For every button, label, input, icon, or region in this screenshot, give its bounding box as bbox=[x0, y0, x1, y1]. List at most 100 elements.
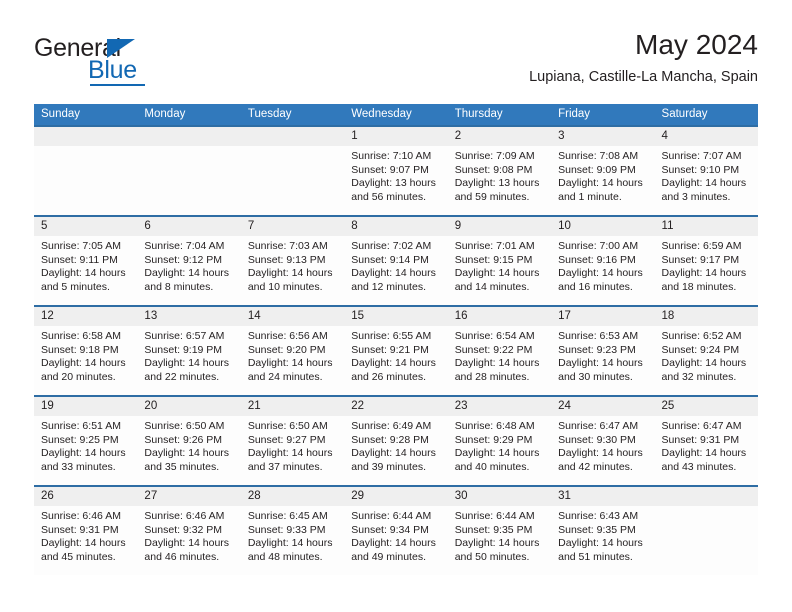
day-number[interactable]: 30 bbox=[448, 487, 551, 506]
day-cell[interactable]: Sunrise: 6:44 AM Sunset: 9:34 PM Dayligh… bbox=[344, 506, 447, 575]
day-number[interactable]: 23 bbox=[448, 397, 551, 416]
day-number[interactable]: 27 bbox=[137, 487, 240, 506]
day-cell[interactable] bbox=[241, 146, 344, 215]
day-cell[interactable]: Sunrise: 7:02 AM Sunset: 9:14 PM Dayligh… bbox=[344, 236, 447, 305]
day-number[interactable]: 29 bbox=[344, 487, 447, 506]
day-number[interactable]: 21 bbox=[241, 397, 344, 416]
day-number[interactable]: 22 bbox=[344, 397, 447, 416]
day-number[interactable]: 10 bbox=[551, 217, 654, 236]
day-number[interactable]: 20 bbox=[137, 397, 240, 416]
sunset-text: Sunset: 9:32 PM bbox=[144, 523, 223, 536]
day-cell[interactable]: Sunrise: 6:47 AM Sunset: 9:30 PM Dayligh… bbox=[551, 416, 654, 485]
sunset-text: Sunset: 9:35 PM bbox=[454, 523, 533, 536]
day-cell[interactable]: Sunrise: 6:57 AM Sunset: 9:19 PM Dayligh… bbox=[137, 326, 240, 395]
sunset-text: Sunset: 9:15 PM bbox=[454, 253, 533, 266]
day-number[interactable]: 11 bbox=[655, 217, 758, 236]
day-number[interactable] bbox=[137, 127, 240, 146]
day-number[interactable]: 14 bbox=[241, 307, 344, 326]
day-cell[interactable]: Sunrise: 7:01 AM Sunset: 9:15 PM Dayligh… bbox=[448, 236, 551, 305]
sunset-text: Sunset: 9:13 PM bbox=[247, 253, 326, 266]
day-cell[interactable]: Sunrise: 6:46 AM Sunset: 9:31 PM Dayligh… bbox=[34, 506, 137, 575]
day-cell[interactable]: Sunrise: 6:53 AM Sunset: 9:23 PM Dayligh… bbox=[551, 326, 654, 395]
week-detail-band: Sunrise: 6:46 AM Sunset: 9:31 PM Dayligh… bbox=[34, 506, 758, 575]
day-number[interactable]: 31 bbox=[551, 487, 654, 506]
day-cell[interactable]: Sunrise: 6:50 AM Sunset: 9:27 PM Dayligh… bbox=[241, 416, 344, 485]
sunrise-text: Sunrise: 7:08 AM bbox=[558, 150, 639, 162]
day-cell[interactable]: Sunrise: 6:46 AM Sunset: 9:32 PM Dayligh… bbox=[137, 506, 240, 575]
day-number[interactable]: 6 bbox=[137, 217, 240, 236]
day-number[interactable]: 3 bbox=[551, 127, 654, 146]
daylight-text: Daylight: 14 hours and 24 minutes. bbox=[247, 357, 333, 383]
sunrise-text: Sunrise: 7:09 AM bbox=[454, 150, 535, 162]
daylight-text: Daylight: 14 hours and 49 minutes. bbox=[351, 537, 436, 563]
sunset-text: Sunset: 9:18 PM bbox=[41, 343, 119, 356]
day-cell[interactable]: Sunrise: 6:59 AM Sunset: 9:17 PM Dayligh… bbox=[655, 236, 758, 305]
day-number[interactable]: 1 bbox=[344, 127, 447, 146]
week-detail-band: Sunrise: 6:58 AM Sunset: 9:18 PM Dayligh… bbox=[34, 326, 758, 395]
day-cell[interactable]: Sunrise: 7:08 AM Sunset: 9:09 PM Dayligh… bbox=[551, 146, 654, 215]
day-number[interactable]: 16 bbox=[448, 307, 551, 326]
day-cell[interactable]: Sunrise: 6:58 AM Sunset: 9:18 PM Dayligh… bbox=[34, 326, 137, 395]
day-cell[interactable]: Sunrise: 6:45 AM Sunset: 9:33 PM Dayligh… bbox=[241, 506, 344, 575]
day-number[interactable]: 17 bbox=[551, 307, 654, 326]
day-cell[interactable] bbox=[655, 506, 758, 575]
daylight-text: Daylight: 14 hours and 12 minutes. bbox=[351, 267, 436, 293]
daylight-text: Daylight: 14 hours and 22 minutes. bbox=[144, 357, 230, 383]
day-number[interactable]: 7 bbox=[241, 217, 344, 236]
day-number[interactable]: 19 bbox=[34, 397, 137, 416]
day-number[interactable]: 2 bbox=[448, 127, 551, 146]
day-cell[interactable]: Sunrise: 6:43 AM Sunset: 9:35 PM Dayligh… bbox=[551, 506, 654, 575]
day-number[interactable]: 18 bbox=[655, 307, 758, 326]
day-number[interactable]: 28 bbox=[241, 487, 344, 506]
week-row: 19 20 21 22 23 24 25 Sunrise: 6:51 AM Su… bbox=[34, 395, 758, 485]
day-cell[interactable]: Sunrise: 6:55 AM Sunset: 9:21 PM Dayligh… bbox=[344, 326, 447, 395]
day-cell[interactable]: Sunrise: 7:03 AM Sunset: 9:13 PM Dayligh… bbox=[241, 236, 344, 305]
day-number[interactable]: 24 bbox=[551, 397, 654, 416]
sunrise-text: Sunrise: 6:43 AM bbox=[558, 510, 639, 522]
daylight-text: Daylight: 14 hours and 33 minutes. bbox=[41, 447, 126, 473]
day-cell[interactable]: Sunrise: 6:50 AM Sunset: 9:26 PM Dayligh… bbox=[137, 416, 240, 485]
day-cell[interactable]: Sunrise: 6:51 AM Sunset: 9:25 PM Dayligh… bbox=[34, 416, 137, 485]
day-cell[interactable]: Sunrise: 6:52 AM Sunset: 9:24 PM Dayligh… bbox=[655, 326, 758, 395]
day-number[interactable]: 9 bbox=[448, 217, 551, 236]
daylight-text: Daylight: 14 hours and 46 minutes. bbox=[144, 537, 230, 563]
week-daynumber-band: 12 13 14 15 16 17 18 bbox=[34, 307, 758, 326]
day-number[interactable]: 25 bbox=[655, 397, 758, 416]
day-cell[interactable] bbox=[34, 146, 137, 215]
day-cell[interactable]: Sunrise: 6:49 AM Sunset: 9:28 PM Dayligh… bbox=[344, 416, 447, 485]
daylight-text: Daylight: 14 hours and 28 minutes. bbox=[454, 357, 540, 383]
general-blue-logo[interactable]: General Blue bbox=[34, 34, 244, 90]
day-number[interactable]: 12 bbox=[34, 307, 137, 326]
week-daynumber-band: 26 27 28 29 30 31 bbox=[34, 487, 758, 506]
daylight-text: Daylight: 14 hours and 40 minutes. bbox=[454, 447, 540, 473]
day-cell[interactable]: Sunrise: 7:04 AM Sunset: 9:12 PM Dayligh… bbox=[137, 236, 240, 305]
day-cell[interactable]: Sunrise: 7:10 AM Sunset: 9:07 PM Dayligh… bbox=[344, 146, 447, 215]
sunset-text: Sunset: 9:29 PM bbox=[454, 433, 533, 446]
daylight-text: Daylight: 14 hours and 18 minutes. bbox=[661, 267, 747, 293]
day-cell[interactable]: Sunrise: 7:00 AM Sunset: 9:16 PM Dayligh… bbox=[551, 236, 654, 305]
day-cell[interactable]: Sunrise: 6:54 AM Sunset: 9:22 PM Dayligh… bbox=[448, 326, 551, 395]
day-cell[interactable]: Sunrise: 6:56 AM Sunset: 9:20 PM Dayligh… bbox=[241, 326, 344, 395]
day-number[interactable]: 13 bbox=[137, 307, 240, 326]
day-cell[interactable]: Sunrise: 7:05 AM Sunset: 9:11 PM Dayligh… bbox=[34, 236, 137, 305]
day-number[interactable]: 15 bbox=[344, 307, 447, 326]
weekday-header-monday: Monday bbox=[144, 108, 186, 120]
day-number[interactable] bbox=[241, 127, 344, 146]
day-number[interactable]: 26 bbox=[34, 487, 137, 506]
week-row: 1 2 3 4 Sunrise: 7:10 AM Sunset: 9:07 PM… bbox=[34, 125, 758, 215]
day-number[interactable] bbox=[34, 127, 137, 146]
day-cell[interactable]: Sunrise: 6:48 AM Sunset: 9:29 PM Dayligh… bbox=[448, 416, 551, 485]
day-cell[interactable]: Sunrise: 6:44 AM Sunset: 9:35 PM Dayligh… bbox=[448, 506, 551, 575]
sunset-text: Sunset: 9:08 PM bbox=[454, 163, 533, 176]
day-cell[interactable]: Sunrise: 6:47 AM Sunset: 9:31 PM Dayligh… bbox=[655, 416, 758, 485]
sunset-text: Sunset: 9:33 PM bbox=[247, 523, 326, 536]
sunrise-text: Sunrise: 7:04 AM bbox=[144, 240, 225, 252]
day-cell[interactable] bbox=[137, 146, 240, 215]
day-number[interactable]: 4 bbox=[655, 127, 758, 146]
day-number[interactable]: 5 bbox=[34, 217, 137, 236]
day-cell[interactable]: Sunrise: 7:07 AM Sunset: 9:10 PM Dayligh… bbox=[655, 146, 758, 215]
day-cell[interactable]: Sunrise: 7:09 AM Sunset: 9:08 PM Dayligh… bbox=[448, 146, 551, 215]
day-number[interactable]: 8 bbox=[344, 217, 447, 236]
day-number[interactable] bbox=[655, 487, 758, 506]
daylight-text: Daylight: 14 hours and 35 minutes. bbox=[144, 447, 230, 473]
